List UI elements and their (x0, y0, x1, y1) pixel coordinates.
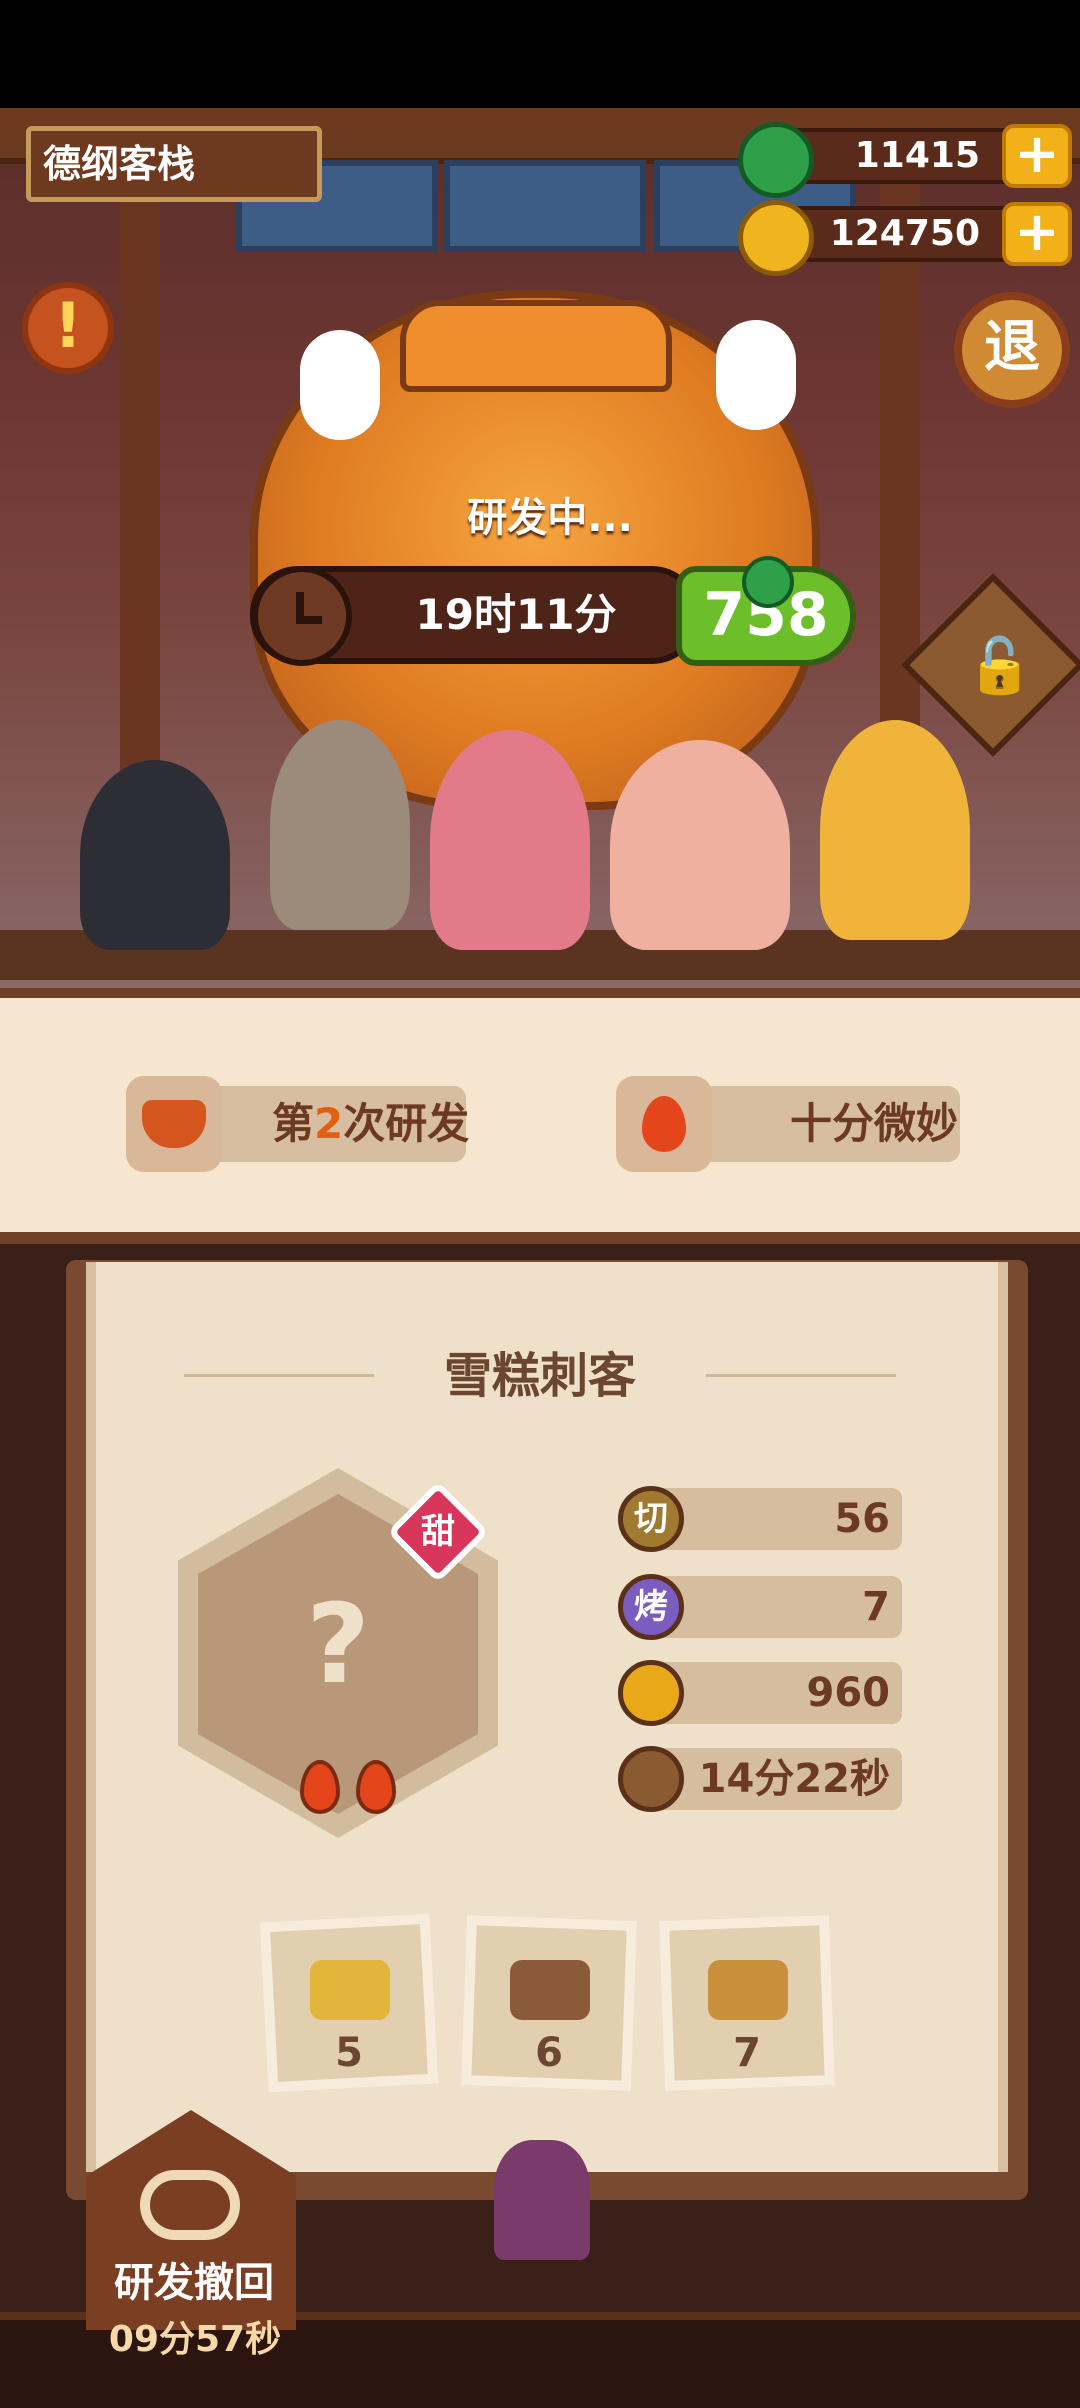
undo-icon (140, 2170, 240, 2240)
status-bar-area (0, 0, 1080, 108)
clock-icon (252, 566, 352, 666)
cream-bowl-icon (510, 1960, 590, 2020)
research-count: 第2次研发 (272, 1099, 470, 1148)
store-name: 德纲客栈 (26, 126, 322, 202)
jade-icon (742, 556, 794, 608)
character-headband[interactable] (610, 740, 790, 950)
jade-amount: 11415 (854, 135, 980, 176)
rabbit-right (716, 320, 796, 430)
cut-icon: 切 (618, 1486, 684, 1552)
exit-button[interactable]: 退 (954, 292, 1070, 408)
research-time-left: 19时11分 (415, 590, 617, 639)
undo-label: 研发撤回 (114, 2260, 274, 2306)
recipe-name: 雪糕刺客 (443, 1348, 636, 1404)
jade-currency: 11415 + (738, 122, 1072, 198)
quality-text: 十分微妙 (790, 1099, 959, 1148)
knot-ornament (494, 2140, 590, 2260)
research-status: 研发中... (467, 495, 633, 541)
bake-icon: 烤 (618, 1574, 684, 1640)
character-turban[interactable] (270, 720, 410, 930)
window (444, 160, 646, 252)
jade-icon (738, 122, 814, 198)
coin-icon (738, 200, 814, 276)
coin-currency: 124750 + (738, 200, 1072, 276)
ingredient-count: 5 (335, 2030, 363, 2076)
ingredient-count: 6 (535, 2030, 563, 2076)
character-swordsman[interactable] (80, 760, 230, 950)
add-coin-button[interactable]: + (1002, 202, 1072, 266)
unknown-mark: ? (306, 1580, 370, 1708)
taste-label: 甜 (421, 1512, 455, 1552)
clock-icon (618, 1746, 684, 1812)
research-timer: 19时11分 (250, 566, 700, 666)
coin-icon (618, 1660, 684, 1726)
character-monkey-king[interactable] (820, 720, 970, 940)
alert-icon[interactable]: ! (22, 282, 114, 374)
character-pink-hair[interactable] (430, 730, 590, 950)
coin-amount: 124750 (829, 213, 980, 254)
fruit-icon (310, 1960, 390, 2020)
divider (706, 1374, 896, 1377)
rabbit-left (300, 330, 380, 440)
add-jade-button[interactable]: + (1002, 124, 1072, 188)
pot-lid (400, 300, 672, 392)
bento-box-icon (708, 1960, 788, 2020)
ingredient-count: 7 (733, 2030, 761, 2076)
undo-time: 09分57秒 (108, 2319, 282, 2360)
lock-open-icon: 🔓 (966, 634, 1034, 697)
